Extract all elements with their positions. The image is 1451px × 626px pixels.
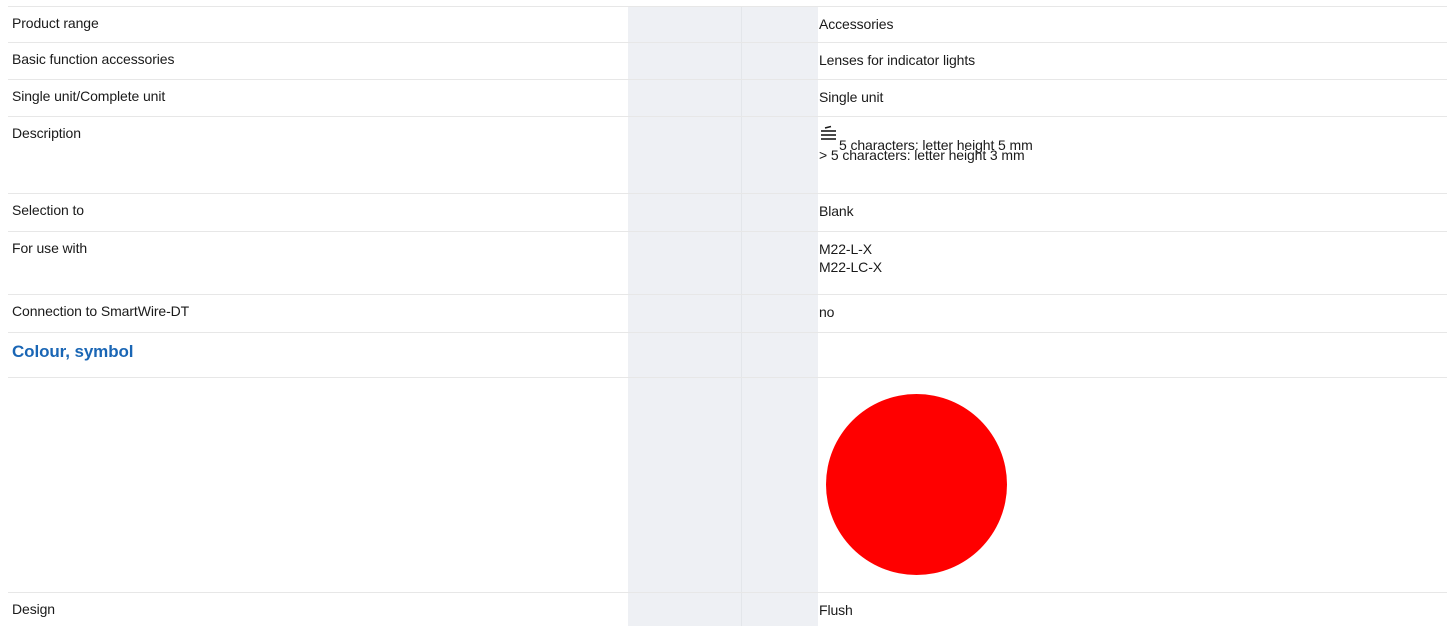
spec-row-smartwire: Connection to SmartWire-DT no [8,294,1447,332]
for-use-with-line-1: M22-L-X [819,241,872,257]
stacked-lines-icon [821,125,836,140]
for-use-with-line-2: M22-LC-X [819,259,882,275]
for-use-with-value: M22-L-X M22-LC-X [819,240,882,276]
section-heading: Colour, symbol [12,342,134,361]
spec-row-colour-swatch [8,377,1447,592]
description-value: 5 characters: letter height 5 mm > 5 cha… [819,125,1033,164]
red-color-swatch [826,394,1007,575]
spec-row-single-unit: Single unit/Complete unit Single unit [8,79,1447,116]
spec-value: Single unit [819,89,884,105]
spec-row-design: Design Flush [8,592,1447,626]
spec-label: Single unit/Complete unit [12,88,166,104]
spec-value: Blank [819,203,854,219]
spec-label: For use with [12,240,88,256]
section-heading-row: Colour, symbol [8,332,1447,377]
spec-label: Connection to SmartWire-DT [12,303,190,319]
spec-value: Lenses for indicator lights [819,52,976,68]
spec-label: Product range [12,15,99,31]
spec-row-selection-to: Selection to Blank [8,193,1447,231]
spec-row-basic-function-accessories: Basic function accessories Lenses for in… [8,42,1447,79]
spec-label: Basic function accessories [12,51,175,67]
spec-label: Description [12,125,81,141]
spec-label: Design [12,601,55,617]
spec-value: no [819,304,835,320]
spec-value: Accessories [819,16,894,32]
spec-row-for-use-with: For use with M22-L-X M22-LC-X [8,231,1447,294]
spec-row-product-range: Product range Accessories [8,6,1447,42]
product-spec-table: Product range Accessories Basic function… [0,0,1451,626]
spec-row-description: Description 5 characters: letter height … [8,116,1447,193]
spec-value: Flush [819,602,853,618]
description-line-1: 5 characters: letter height 5 mm [839,137,1033,153]
spec-label: Selection to [12,202,84,218]
